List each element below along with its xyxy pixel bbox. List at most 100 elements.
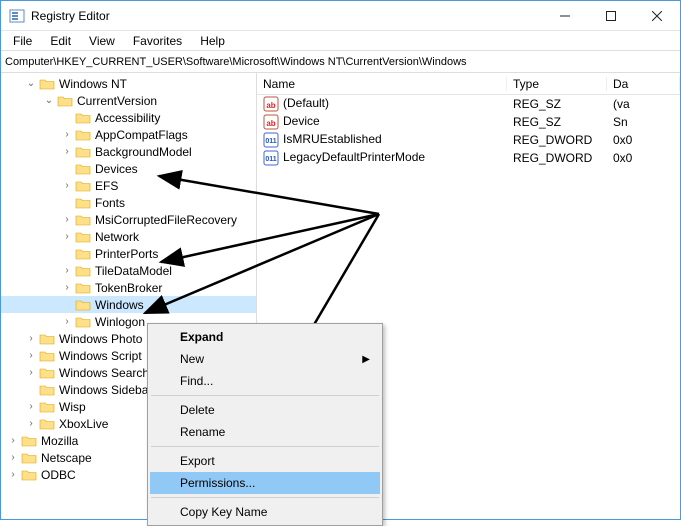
expand-toggle[interactable] <box>61 163 73 174</box>
folder-icon <box>21 468 37 482</box>
expand-toggle[interactable]: ⌄ <box>43 95 55 106</box>
expand-toggle[interactable] <box>61 197 73 208</box>
menu-view[interactable]: View <box>81 32 123 50</box>
folder-icon <box>75 298 91 312</box>
expand-toggle[interactable]: › <box>7 435 19 446</box>
value-data: 0x0 <box>607 133 680 147</box>
expand-toggle[interactable] <box>25 384 37 395</box>
context-item[interactable]: Export <box>150 450 380 472</box>
context-item[interactable]: Rename <box>150 421 380 443</box>
folder-icon <box>75 196 91 210</box>
context-label: Export <box>180 454 215 468</box>
folder-icon <box>75 128 91 142</box>
list-row[interactable]: 011LegacyDefaultPrinterModeREG_DWORD0x0 <box>257 149 680 167</box>
maximize-button[interactable] <box>588 1 634 31</box>
folder-icon <box>75 281 91 295</box>
tree-label: Windows <box>95 298 144 312</box>
context-item[interactable]: New▶ <box>150 348 380 370</box>
value-icon: ab <box>263 96 279 112</box>
folder-icon <box>39 77 55 91</box>
list-row[interactable]: abDeviceREG_SZSn <box>257 113 680 131</box>
expand-toggle[interactable]: › <box>61 231 73 242</box>
column-headers[interactable]: Name Type Da <box>257 73 680 95</box>
col-name[interactable]: Name <box>257 77 507 91</box>
folder-icon <box>21 434 37 448</box>
expand-toggle[interactable]: › <box>25 350 37 361</box>
expand-toggle[interactable]: › <box>61 265 73 276</box>
context-label: New <box>180 352 204 366</box>
tree-item[interactable]: Devices <box>1 160 256 177</box>
context-label: Copy Key Name <box>180 505 267 519</box>
tree-label: TokenBroker <box>95 281 162 295</box>
svg-text:011: 011 <box>265 156 276 163</box>
address-path: Computer\HKEY_CURRENT_USER\Software\Micr… <box>5 56 467 68</box>
menu-favorites[interactable]: Favorites <box>125 32 190 50</box>
tree-item[interactable]: Accessibility <box>1 109 256 126</box>
tree-label: Netscape <box>41 451 92 465</box>
menu-file[interactable]: File <box>5 32 40 50</box>
minimize-button[interactable] <box>542 1 588 31</box>
expand-toggle[interactable]: › <box>7 469 19 480</box>
tree-item[interactable]: ›TileDataModel <box>1 262 256 279</box>
tree-item[interactable]: ›MsiCorruptedFileRecovery <box>1 211 256 228</box>
tree-item[interactable]: ⌄CurrentVersion <box>1 92 256 109</box>
expand-toggle[interactable] <box>61 112 73 123</box>
svg-text:ab: ab <box>266 119 275 128</box>
list-row[interactable]: 011IsMRUEstablishedREG_DWORD0x0 <box>257 131 680 149</box>
expand-toggle[interactable]: › <box>61 180 73 191</box>
context-item[interactable]: Expand <box>150 326 380 348</box>
expand-toggle[interactable]: › <box>61 129 73 140</box>
context-item[interactable]: Delete <box>150 399 380 421</box>
expand-toggle[interactable]: › <box>25 333 37 344</box>
svg-text:011: 011 <box>265 138 276 145</box>
tree-item[interactable]: Windows <box>1 296 256 313</box>
expand-toggle[interactable]: › <box>61 146 73 157</box>
expand-toggle[interactable]: ⌄ <box>25 78 37 89</box>
tree-label: EFS <box>95 179 118 193</box>
folder-icon <box>39 383 55 397</box>
tree-item[interactable]: ›AppCompatFlags <box>1 126 256 143</box>
expand-toggle[interactable]: › <box>7 452 19 463</box>
col-data[interactable]: Da <box>607 77 680 91</box>
context-item[interactable]: Find... <box>150 370 380 392</box>
tree-item[interactable]: ⌄Windows NT <box>1 75 256 92</box>
close-button[interactable] <box>634 1 680 31</box>
tree-label: Devices <box>95 162 138 176</box>
tree-item[interactable]: › Network <box>1 228 256 245</box>
tree-label: Network <box>95 230 139 244</box>
folder-icon <box>75 162 91 176</box>
window-title: Registry Editor <box>31 9 542 23</box>
tree-item[interactable]: PrinterPorts <box>1 245 256 262</box>
menu-help[interactable]: Help <box>192 32 233 50</box>
value-type: REG_SZ <box>507 115 607 129</box>
expand-toggle[interactable]: › <box>61 316 73 327</box>
tree-item[interactable]: ›BackgroundModel <box>1 143 256 160</box>
context-item[interactable]: Permissions... <box>150 472 380 494</box>
expand-toggle[interactable] <box>61 248 73 259</box>
context-label: Find... <box>180 374 213 388</box>
tree-item[interactable]: Fonts <box>1 194 256 211</box>
tree-item[interactable]: › TokenBroker <box>1 279 256 296</box>
address-bar[interactable]: Computer\HKEY_CURRENT_USER\Software\Micr… <box>1 51 680 73</box>
list-row[interactable]: ab(Default)REG_SZ(va <box>257 95 680 113</box>
value-data: Sn <box>607 115 680 129</box>
menu-edit[interactable]: Edit <box>42 32 79 50</box>
value-type: REG_DWORD <box>507 151 607 165</box>
tree-label: Windows Sideba <box>59 383 148 397</box>
tree-item[interactable]: › EFS <box>1 177 256 194</box>
tree-label: Windows Search <box>59 366 149 380</box>
expand-toggle[interactable]: › <box>25 418 37 429</box>
expand-toggle[interactable] <box>61 299 73 310</box>
value-name: LegacyDefaultPrinterMode <box>283 150 425 164</box>
expand-toggle[interactable]: › <box>25 401 37 412</box>
folder-icon <box>75 179 91 193</box>
tree-label: ODBC <box>41 468 76 482</box>
expand-toggle[interactable]: › <box>61 282 73 293</box>
context-separator <box>151 446 379 447</box>
value-name: IsMRUEstablished <box>283 132 382 146</box>
folder-icon <box>39 366 55 380</box>
expand-toggle[interactable]: › <box>61 214 73 225</box>
expand-toggle[interactable]: › <box>25 367 37 378</box>
context-separator <box>151 497 379 498</box>
col-type[interactable]: Type <box>507 77 607 91</box>
